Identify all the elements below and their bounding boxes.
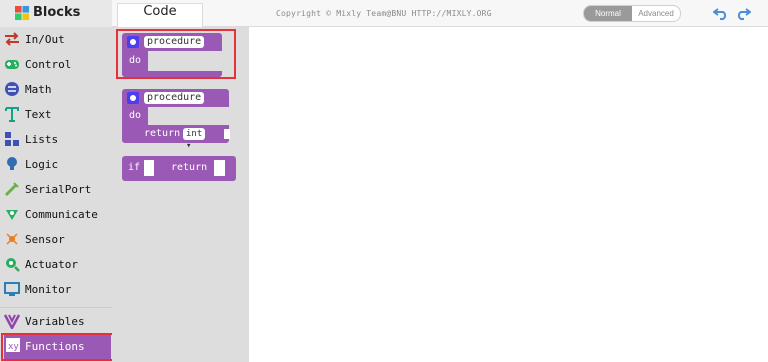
- category-label: Actuator: [25, 258, 78, 271]
- return-type-value: int: [186, 129, 203, 139]
- category-variables[interactable]: Variables: [0, 310, 112, 334]
- return-value-socket: [214, 160, 225, 176]
- return-type-dropdown[interactable]: int ▾: [183, 128, 206, 151]
- copyright-text: Copyright © Mixly Team@BNU HTTP://MIXLY.…: [276, 9, 492, 18]
- math-icon: [5, 82, 19, 96]
- category-sensor[interactable]: Sensor: [0, 228, 112, 252]
- text-icon: [5, 107, 19, 122]
- undo-icon[interactable]: [713, 6, 729, 20]
- category-logic[interactable]: Logic: [0, 153, 112, 177]
- procedure-name-field[interactable]: procedure: [144, 92, 205, 104]
- category-label: Text: [25, 108, 52, 121]
- return-input-socket: [224, 129, 230, 139]
- in-out-icon: [5, 32, 19, 46]
- tab-code[interactable]: Code: [117, 3, 203, 28]
- category-label: In/Out: [25, 33, 65, 46]
- return-label: return: [171, 162, 208, 173]
- category-serialport[interactable]: SerialPort: [0, 178, 112, 202]
- tab-blocks[interactable]: Blocks: [0, 0, 112, 27]
- variables-icon: [4, 314, 20, 329]
- return-label: return: [144, 128, 181, 139]
- category-label: Sensor: [25, 233, 65, 246]
- category-label: Communicate: [25, 208, 98, 221]
- category-label: Control: [25, 58, 72, 71]
- category-label: SerialPort: [25, 183, 92, 196]
- category-monitor[interactable]: Monitor: [0, 278, 112, 302]
- category-actuator[interactable]: Actuator: [0, 253, 112, 277]
- serial-icon: [4, 182, 19, 197]
- toolbox-sidebar: In/Out Control Math Text Lists Logic Ser…: [0, 27, 112, 362]
- sensor-icon: [6, 233, 18, 245]
- gamepad-icon: [5, 60, 19, 69]
- lists-icon: [5, 132, 19, 146]
- gear-icon[interactable]: [127, 92, 139, 104]
- category-label: Lists: [25, 133, 59, 146]
- category-label: Monitor: [25, 283, 72, 296]
- category-label: Variables: [25, 315, 85, 328]
- redo-icon[interactable]: [735, 6, 751, 20]
- if-label: if: [128, 162, 141, 173]
- toolbox-separator: [0, 307, 112, 308]
- mode-advanced-button[interactable]: Advanced: [632, 6, 680, 21]
- antenna-icon: [6, 210, 18, 220]
- category-communicate[interactable]: Communicate: [0, 203, 112, 227]
- do-label: do: [129, 110, 142, 121]
- functions-highlight-box: [1, 333, 119, 361]
- category-text[interactable]: Text: [0, 103, 112, 127]
- puzzle-logo-icon: [15, 6, 30, 21]
- condition-input-socket: [144, 160, 154, 176]
- tab-blocks-label: Blocks: [33, 5, 81, 20]
- mode-toggle[interactable]: Normal Advanced: [583, 5, 681, 22]
- procedure-highlight-box: [116, 29, 236, 79]
- category-control[interactable]: Control: [0, 53, 112, 77]
- category-label: Math: [25, 83, 52, 96]
- mode-normal-button[interactable]: Normal: [584, 6, 632, 21]
- category-in-out[interactable]: In/Out: [0, 28, 112, 52]
- actuator-icon: [6, 258, 20, 272]
- category-label: Logic: [25, 158, 59, 171]
- top-bar: Blocks Code Copyright © Mixly Team@BNU H…: [0, 0, 768, 28]
- blockly-workspace[interactable]: [249, 27, 768, 362]
- bulb-icon: [7, 157, 17, 170]
- category-lists[interactable]: Lists: [0, 128, 112, 152]
- category-math[interactable]: Math: [0, 78, 112, 102]
- monitor-icon: [4, 282, 20, 296]
